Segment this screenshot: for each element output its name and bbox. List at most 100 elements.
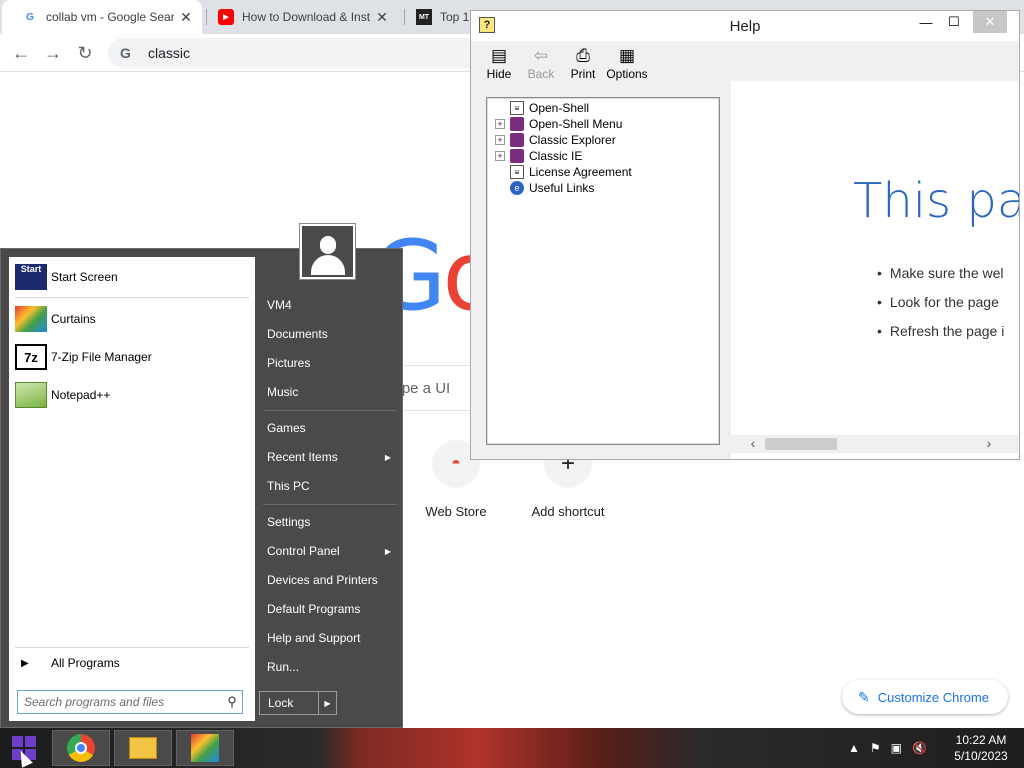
tree-item[interactable]: + Open-Shell Menu bbox=[495, 116, 622, 132]
book-icon bbox=[510, 133, 524, 147]
divider bbox=[15, 647, 249, 648]
user-folder-item[interactable]: VM4 bbox=[259, 292, 399, 318]
all-programs-label: All Programs bbox=[51, 656, 120, 670]
curtains-icon bbox=[15, 306, 47, 332]
volume-muted-icon[interactable]: 🔇 bbox=[912, 741, 927, 755]
all-programs-button[interactable]: ▶ All Programs bbox=[15, 653, 249, 673]
item-label: Default Programs bbox=[267, 602, 361, 616]
expand-icon[interactable]: + bbox=[495, 135, 505, 145]
this-pc-item[interactable]: This PC bbox=[259, 473, 399, 499]
help-support-item[interactable]: Help and Support bbox=[259, 625, 399, 651]
lock-label: Lock bbox=[268, 696, 294, 710]
expand-icon[interactable]: + bbox=[495, 151, 505, 161]
options-button[interactable]: ▦ Options bbox=[605, 45, 649, 81]
printer-icon: ⎙ bbox=[576, 46, 590, 65]
tree-label: Classic Explorer bbox=[529, 133, 616, 147]
taskbar: ▲ ⚑ ▣ 🔇 10:22 AM 5/10/2023 bbox=[0, 728, 1024, 768]
taskbar-file-explorer[interactable] bbox=[114, 730, 172, 766]
start-search-input[interactable]: Search programs and files ⚲ bbox=[17, 690, 243, 714]
item-label: Settings bbox=[267, 515, 311, 529]
options-icon: ▦ bbox=[618, 46, 636, 65]
taskbar-curtains[interactable] bbox=[176, 730, 234, 766]
hide-label: Hide bbox=[486, 67, 512, 81]
tab-title: collab vm - Google Searc bbox=[46, 10, 174, 24]
divider bbox=[263, 504, 397, 505]
user-avatar[interactable] bbox=[300, 224, 355, 279]
back-arrow-icon: ⇦ bbox=[533, 46, 549, 65]
google-icon: G bbox=[120, 45, 131, 61]
clock-date: 5/10/2023 bbox=[954, 749, 1008, 763]
clock-time: 10:22 AM bbox=[955, 733, 1007, 747]
program-curtains[interactable]: Curtains bbox=[15, 303, 251, 335]
tab-top[interactable]: MT Top 1 bbox=[396, 0, 476, 34]
action-center-flag-icon[interactable]: ⚑ bbox=[870, 741, 881, 755]
item-label: Music bbox=[267, 385, 299, 399]
back-button[interactable]: ⇦ Back bbox=[519, 45, 563, 81]
program-notepad-plus-plus[interactable]: Notepad++ bbox=[15, 379, 251, 411]
close-tab-icon[interactable]: ✕ bbox=[178, 9, 194, 26]
tree-item[interactable]: + Classic Explorer bbox=[495, 132, 616, 148]
tree-label: Open-Shell bbox=[529, 101, 590, 115]
documents-item[interactable]: Documents bbox=[259, 321, 399, 347]
horizontal-scrollbar[interactable]: ‹ › bbox=[731, 435, 1019, 453]
expand-icon[interactable]: + bbox=[495, 119, 505, 129]
back-arrow-icon[interactable]: ← bbox=[8, 40, 34, 66]
item-label: Devices and Printers bbox=[267, 573, 378, 587]
settings-item[interactable]: Settings bbox=[259, 509, 399, 535]
forward-arrow-icon[interactable]: → bbox=[40, 40, 66, 66]
item-label: Run... bbox=[267, 660, 300, 674]
hide-button[interactable]: ▤ Hide bbox=[477, 45, 521, 81]
program-label: Notepad++ bbox=[51, 388, 111, 402]
tree-item[interactable]: ≡ License Agreement bbox=[495, 164, 632, 180]
start-menu-places-pane: VM4 Documents Pictures Music Games Recen… bbox=[257, 249, 403, 727]
customize-chrome-button[interactable]: ✎ Customize Chrome bbox=[842, 680, 1008, 714]
control-panel-item[interactable]: Control Panel ▶ bbox=[259, 538, 399, 564]
tip-item: Make sure the wel bbox=[877, 265, 1004, 294]
address-bar-text: classic bbox=[148, 45, 191, 61]
games-item[interactable]: Games bbox=[259, 415, 399, 441]
run-item[interactable]: Run... bbox=[259, 654, 399, 680]
lock-button[interactable]: Lock ▶ bbox=[259, 691, 337, 715]
show-hidden-icons-icon[interactable]: ▲ bbox=[848, 741, 860, 755]
tree-item[interactable]: + Classic IE bbox=[495, 148, 582, 164]
tab-youtube[interactable]: ▶ How to Download & Inst ✕ bbox=[198, 0, 398, 34]
taskbar-clock[interactable]: 10:22 AM 5/10/2023 bbox=[946, 732, 1016, 764]
tree-item[interactable]: ≡ Open-Shell bbox=[495, 100, 589, 116]
reload-icon[interactable]: ↻ bbox=[72, 40, 98, 66]
divider bbox=[15, 297, 249, 298]
close-icon[interactable]: ✕ bbox=[973, 11, 1007, 33]
maximize-icon[interactable]: ☐ bbox=[937, 11, 971, 33]
devices-printers-item[interactable]: Devices and Printers bbox=[259, 567, 399, 593]
notepad-plus-plus-icon bbox=[15, 382, 47, 408]
network-icon[interactable]: ▣ bbox=[891, 741, 902, 755]
scroll-left-icon[interactable]: ‹ bbox=[743, 435, 763, 453]
program-7zip[interactable]: 7z 7-Zip File Manager bbox=[15, 341, 251, 373]
page-icon: ≡ bbox=[510, 165, 524, 179]
divider bbox=[263, 410, 397, 411]
options-label: Options bbox=[606, 67, 648, 81]
default-programs-item[interactable]: Default Programs bbox=[259, 596, 399, 622]
tab-google-search[interactable]: G collab vm - Google Searc ✕ bbox=[2, 0, 202, 34]
address-bar[interactable]: G classic bbox=[108, 38, 528, 68]
shortcut-label: Web Store bbox=[425, 504, 487, 519]
shutdown-options-arrow-icon[interactable]: ▶ bbox=[318, 692, 336, 714]
pictures-item[interactable]: Pictures bbox=[259, 350, 399, 376]
scroll-right-icon[interactable]: › bbox=[979, 435, 999, 453]
page-icon: ≡ bbox=[510, 101, 524, 115]
scrollbar-thumb[interactable] bbox=[765, 438, 837, 450]
program-label: 7-Zip File Manager bbox=[51, 350, 152, 364]
book-icon bbox=[510, 149, 524, 163]
recent-items-item[interactable]: Recent Items ▶ bbox=[259, 444, 399, 470]
help-title-bar[interactable]: ? Help — ☐ ✕ bbox=[471, 11, 1019, 41]
tree-label: Classic IE bbox=[529, 149, 583, 163]
close-tab-icon[interactable]: ✕ bbox=[374, 9, 390, 26]
help-contents-tree[interactable]: ≡ Open-Shell + Open-Shell Menu + Classic… bbox=[486, 97, 720, 445]
taskbar-chrome[interactable] bbox=[52, 730, 110, 766]
music-item[interactable]: Music bbox=[259, 379, 399, 405]
mt-icon: MT bbox=[416, 9, 432, 25]
tree-label: Open-Shell Menu bbox=[529, 117, 623, 131]
program-start-screen[interactable]: Start Start Screen bbox=[15, 261, 251, 293]
print-button[interactable]: ⎙ Print bbox=[561, 45, 605, 81]
user-body-shape bbox=[311, 255, 345, 275]
tree-item[interactable]: e Useful Links bbox=[495, 180, 594, 196]
